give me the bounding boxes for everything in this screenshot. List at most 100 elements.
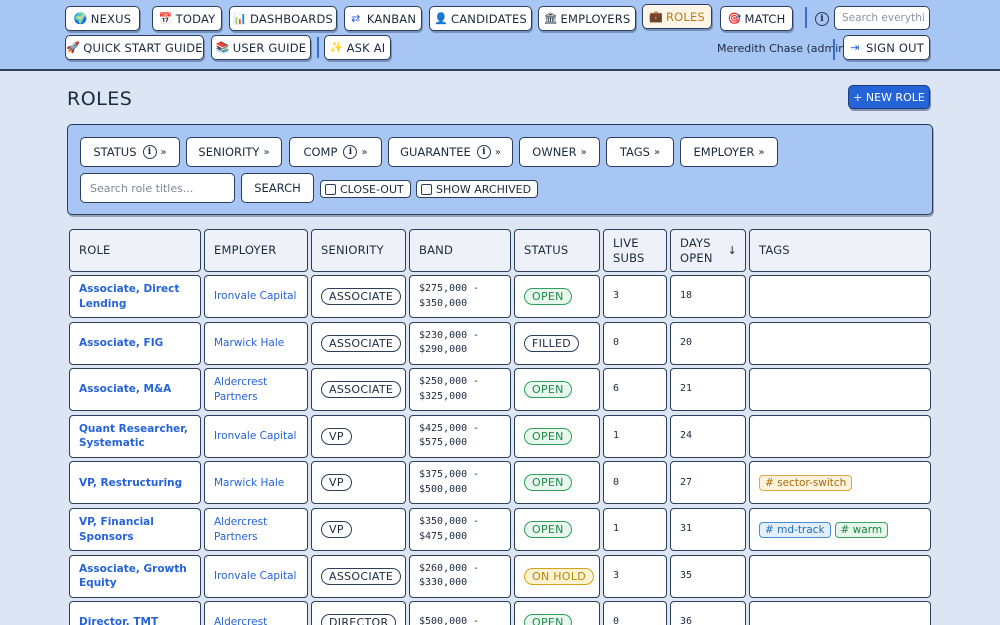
cell-band: $375,000 - $500,000 (409, 461, 511, 505)
nav-today[interactable]: 📅 TODAY (152, 6, 222, 31)
days-open-count: 36 (680, 616, 693, 625)
checkbox-icon[interactable] (421, 183, 432, 195)
calendar-icon: 📅 (158, 12, 173, 25)
days-open-count: 27 (680, 476, 693, 488)
col-header-live-subs[interactable]: LIVE SUBS (603, 229, 667, 272)
col-header-status[interactable]: STATUS (514, 229, 600, 272)
band-line: $260,000 - (419, 562, 480, 574)
sparkles-icon: ✨ (329, 41, 344, 54)
cell-role: Associate, FIG (69, 321, 201, 365)
filter-status[interactable]: STATUS i» (80, 137, 180, 167)
employer-name-line: Aldercrest (214, 616, 268, 625)
tag-chip[interactable]: # warm (834, 521, 889, 538)
cell-seniority: VP (311, 414, 406, 458)
days-open-count: 21 (680, 383, 693, 395)
employer-link[interactable]: Aldercrest Partners (214, 375, 267, 404)
status-badge: OPEN (524, 521, 572, 538)
status-badge: OPEN (524, 381, 572, 399)
cell-tags (749, 275, 931, 318)
checkbox-icon[interactable] (325, 183, 336, 195)
role-link[interactable]: VP, Restructuring (79, 476, 182, 491)
days-open-count: 24 (680, 430, 693, 442)
nav-employers[interactable]: 🏛 EMPLOYERS (538, 6, 636, 31)
col-header-band[interactable]: BAND (409, 229, 511, 272)
col-header-seniority[interactable]: SENIORITY (311, 229, 406, 272)
filter-employer[interactable]: EMPLOYER» (680, 137, 778, 167)
cell-seniority: VP (311, 461, 406, 505)
new-role-button[interactable]: + NEW ROLE (848, 85, 930, 109)
live-subs-count: 3 (613, 569, 620, 581)
seniority-badge: ASSOCIATE (321, 381, 402, 399)
days-open-count: 18 (680, 290, 693, 302)
filter-guarantee[interactable]: GUARANTEE i» (388, 137, 513, 167)
role-link[interactable]: Quant Researcher, Systematic (79, 422, 188, 451)
filter-seniority[interactable]: SENIORITY» (186, 137, 282, 167)
employer-name-line: Partners (214, 530, 258, 543)
nav-quick-start-guide[interactable]: 🚀 QUICK START GUIDE (65, 35, 204, 60)
employer-link[interactable]: Ironvale Capital (214, 569, 296, 584)
info-icon[interactable]: i (142, 145, 157, 159)
role-link[interactable]: VP, Financial Sponsors (79, 515, 191, 544)
comp-band: $250,000 - $325,000 (419, 375, 479, 404)
status-badge: OPEN (524, 288, 572, 305)
employer-link[interactable]: Ironvale Capital (214, 429, 296, 444)
filter-owner[interactable]: OWNER» (519, 137, 600, 167)
cell-days-open: 20 (670, 321, 746, 365)
nav-brand-nexus[interactable]: 🌍 NEXUS (65, 6, 140, 31)
employer-link[interactable]: Aldercrest (214, 615, 267, 625)
nav-ask-ai[interactable]: ✨ ASK AI (324, 35, 391, 60)
band-line: $230,000 - (419, 329, 480, 341)
role-link[interactable]: Associate, Growth Equity (79, 562, 187, 591)
sort-descending-icon[interactable]: ↓ (728, 243, 737, 258)
cell-band: $350,000 - $475,000 (409, 508, 511, 551)
cell-tags: # md-track # warm (749, 508, 931, 551)
col-header-role[interactable]: ROLE (69, 229, 201, 272)
sign-out-button[interactable]: ⇥ SIGN OUT (843, 35, 930, 60)
tag-chip[interactable]: # md-track (759, 521, 831, 538)
nav-candidates[interactable]: 👤 CANDIDATES (429, 6, 532, 31)
tag-chip[interactable]: # sector-switch (759, 474, 853, 491)
col-header-tags[interactable]: TAGS (749, 229, 931, 272)
employer-link[interactable]: Marwick Hale (214, 476, 284, 491)
role-link[interactable]: Associate, Direct Lending (79, 282, 179, 311)
search-button[interactable]: SEARCH (241, 173, 314, 203)
filter-tags[interactable]: TAGS» (606, 137, 674, 167)
close-out-checkbox[interactable]: CLOSE-OUT (320, 180, 411, 198)
employer-name-line: Ironvale Capital (214, 290, 297, 303)
briefcase-icon: 💼 (648, 10, 663, 23)
books-icon: 📚 (215, 41, 230, 54)
days-open-count: 31 (680, 523, 693, 535)
seniority-badge: ASSOCIATE (321, 288, 402, 305)
global-search-input[interactable]: Search everythi (834, 6, 930, 30)
filter-comp[interactable]: COMP i» (289, 137, 382, 167)
nav-divider (317, 37, 319, 58)
role-link[interactable]: Associate, FIG (79, 336, 163, 351)
cell-band: $275,000 - $350,000 (409, 275, 511, 318)
live-subs-count: 3 (613, 290, 620, 302)
chevron-down-icon: » (494, 146, 501, 158)
role-search-input[interactable]: Search role titles... (80, 173, 235, 203)
nav-user-guide[interactable]: 📚 USER GUIDE (211, 35, 311, 60)
employer-link[interactable]: Marwick Hale (214, 336, 284, 351)
col-header-employer[interactable]: EMPLOYER (204, 229, 308, 272)
col-header-days-open[interactable]: DAYS OPEN ↓ (670, 229, 746, 272)
live-subs-count: 0 (613, 476, 620, 488)
cell-band: $500,000 - (409, 601, 511, 625)
live-subs-count: 1 (613, 523, 620, 535)
role-link[interactable]: Director, TMT (79, 615, 158, 625)
band-line: $350,000 (419, 297, 468, 309)
nav-kanban[interactable]: ⇄ KANBAN (344, 6, 422, 31)
status-badge: OPEN (524, 427, 572, 445)
nav-roles[interactable]: 💼 ROLES (642, 4, 712, 29)
role-link[interactable]: Associate, M&A (79, 382, 171, 397)
show-archived-checkbox[interactable]: SHOW ARCHIVED (416, 180, 539, 198)
info-icon[interactable]: i (476, 145, 491, 159)
nav-dashboards[interactable]: 📊 DASHBOARDS (229, 6, 337, 31)
employer-link[interactable]: Ironvale Capital (214, 289, 296, 304)
info-icon[interactable]: i (815, 12, 829, 26)
role-title-line: Associate, Direct (79, 283, 180, 295)
nav-match[interactable]: 🎯 MATCH (720, 6, 793, 31)
cell-status: FILLED (514, 321, 600, 365)
employer-link[interactable]: Aldercrest Partners (214, 515, 267, 544)
info-icon[interactable]: i (343, 145, 358, 159)
